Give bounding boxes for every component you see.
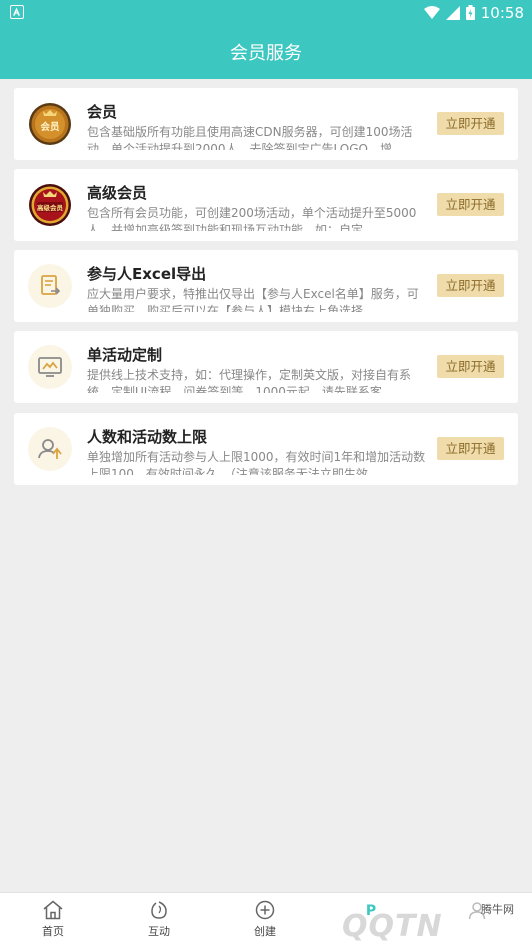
site-watermark: QQTN 腾牛网 (322, 897, 522, 944)
watermark-logo-text: QQTN (342, 909, 443, 944)
service-name: 单活动定制 (87, 346, 163, 364)
service-name: 高级会员 (87, 184, 148, 202)
service-card-premium[interactable]: 高级会员 高级会员 包含所有会员功能，可创建200场活动，单个活动提升至5000… (14, 169, 518, 241)
create-icon (255, 900, 275, 920)
service-card-excel-export[interactable]: 参与人Excel导出 应大量用户要求，特推出仅导出【参与人Excel名单】服务，… (14, 250, 518, 322)
service-card-limit-increase[interactable]: 人数和活动数上限 单独增加所有活动参与人上限1000，有效时间1年和增加活动数上… (14, 413, 518, 485)
notification-icon (10, 5, 24, 19)
tab-label: 创建 (254, 925, 276, 938)
signal-icon (445, 5, 460, 20)
service-card-member[interactable]: 会员 会员 包含基础版所有功能且使用高速CDN服务器，可创建100场活动，单个活… (14, 88, 518, 160)
tab-home[interactable]: 首页 (0, 893, 106, 946)
open-now-button[interactable]: 立即开通 (437, 274, 504, 297)
service-name: 参与人Excel导出 (87, 265, 207, 283)
service-desc: 包含基础版所有功能且使用高速CDN服务器，可创建100场活动，单个活动提升到20… (87, 125, 413, 150)
open-now-button[interactable]: 立即开通 (437, 112, 504, 135)
service-card-custom-event[interactable]: 单活动定制 提供线上技术支持，如：代理操作，定制英文版，对接自有系统，定制UI流… (14, 331, 518, 403)
battery-icon (465, 5, 475, 20)
service-desc: 包含所有会员功能，可创建200场活动，单个活动提升至5000人，并增加高级签到功… (87, 206, 417, 231)
premium-badge-text: 高级会员 (37, 203, 64, 212)
tab-label: 互动 (148, 925, 170, 938)
service-desc: 应大量用户要求，特推出仅导出【参与人Excel名单】服务，可单独购买，购买后可以… (87, 287, 419, 312)
open-now-button[interactable]: 立即开通 (437, 355, 504, 378)
service-name: 人数和活动数上限 (87, 428, 208, 446)
page-title: 会员服务 (230, 43, 302, 64)
service-desc: 单独增加所有活动参与人上限1000，有效时间1年和增加活动数上限100，有效时间… (87, 450, 426, 475)
status-time: 10:58 (480, 3, 524, 22)
service-desc: 提供线上技术支持，如：代理操作，定制英文版，对接自有系统，定制UI流程，问卷签到… (87, 368, 412, 393)
app-header: 会员服务 (0, 25, 532, 79)
open-now-button[interactable]: 立即开通 (437, 193, 504, 216)
status-bar: 10:58 (0, 0, 532, 25)
wifi-icon (423, 6, 440, 19)
custom-event-icon (28, 345, 72, 389)
member-badge-text: 会员 (40, 121, 60, 133)
limit-increase-icon (28, 427, 72, 471)
interact-icon (151, 901, 167, 919)
member-badge-icon: 会员 (28, 102, 72, 146)
tab-label: 首页 (42, 925, 64, 938)
open-now-button[interactable]: 立即开通 (437, 437, 504, 460)
service-name: 会员 (87, 103, 118, 121)
watermark-brand: 腾牛网 (481, 903, 514, 916)
tab-create[interactable]: 创建 (212, 893, 318, 946)
tab-interact[interactable]: 互动 (106, 893, 212, 946)
home-icon (43, 900, 63, 920)
premium-badge-icon: 高级会员 (28, 183, 72, 227)
excel-export-icon (28, 264, 72, 308)
